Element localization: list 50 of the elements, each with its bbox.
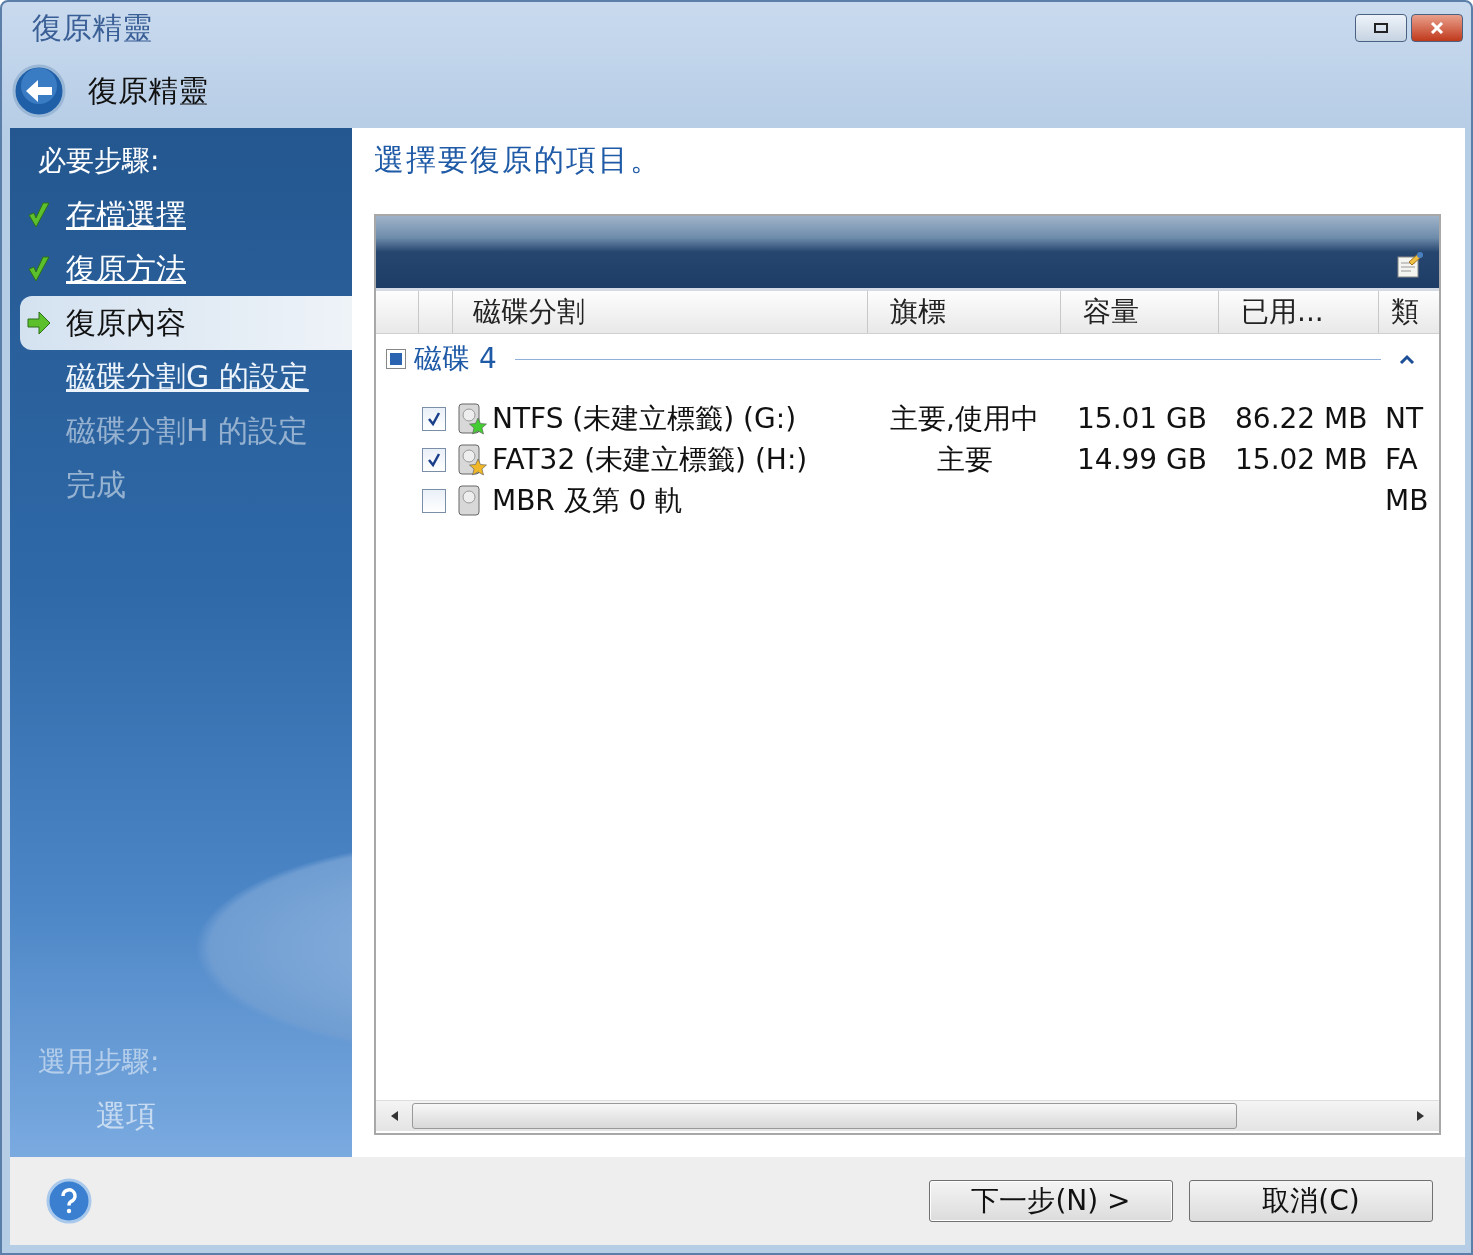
checkbox[interactable]	[422, 447, 446, 472]
sidebar-step[interactable]: 磁碟分割G 的設定	[66, 356, 309, 398]
window-title: 復原精靈	[32, 8, 152, 47]
group-label: 磁碟 4	[414, 341, 497, 377]
type-cell: FA	[1385, 443, 1418, 476]
disk-icon	[456, 401, 488, 436]
checkbox[interactable]	[386, 349, 406, 369]
capacity-cell: 15.01 GB	[1077, 402, 1207, 435]
used-cell: 86.22 MB	[1235, 402, 1368, 435]
column-header[interactable]: 磁碟分割	[453, 291, 868, 333]
sidebar-step: 磁碟分割H 的設定	[66, 410, 309, 452]
horizontal-scrollbar[interactable]	[376, 1100, 1439, 1131]
scroll-right-icon[interactable]	[1416, 1110, 1426, 1122]
maximize-button[interactable]	[1355, 14, 1407, 42]
checkbox[interactable]	[422, 406, 446, 431]
scroll-left-icon[interactable]	[389, 1110, 399, 1122]
used-cell: 15.02 MB	[1235, 443, 1368, 476]
section-heading: 選用步驟:	[37, 1044, 161, 1080]
maximize-icon	[1373, 22, 1389, 34]
caret-icon[interactable]	[1399, 354, 1415, 364]
flags-cell: 主要,使用中	[890, 401, 1039, 435]
partition-name: NTFS (未建立標籤) (G:)	[492, 400, 797, 437]
column-header[interactable]: 類	[1379, 291, 1439, 333]
section-heading: 必要步驟:	[37, 143, 161, 179]
sidebar-step: 選項	[96, 1095, 156, 1137]
type-cell: MB	[1385, 484, 1429, 517]
checkbox[interactable]	[422, 488, 446, 513]
cancel-button[interactable]: 取消(C)	[1189, 1180, 1433, 1222]
partition-name: FAT32 (未建立標籤) (H:)	[492, 441, 808, 478]
column-header[interactable]: 已用...	[1219, 291, 1379, 333]
sidebar-step[interactable]: 復原內容	[66, 302, 186, 344]
back-button[interactable]	[12, 64, 66, 118]
type-cell: NT	[1385, 402, 1424, 435]
close-icon	[1429, 22, 1445, 34]
sidebar-step[interactable]: 存檔選擇	[66, 194, 186, 236]
instruction-text: 選擇要復原的項目。	[374, 141, 663, 179]
next-button[interactable]: 下一步(N) >	[929, 1180, 1173, 1222]
flags-cell: 主要	[936, 442, 993, 476]
close-button[interactable]	[1411, 14, 1463, 42]
help-icon[interactable]	[46, 1178, 92, 1224]
sidebar-step[interactable]: 復原方法	[66, 248, 186, 290]
sidebar-step: 完成	[66, 464, 126, 506]
disk-icon	[456, 442, 488, 477]
wizard-title: 復原精靈	[88, 71, 208, 110]
scrollbar-thumb[interactable]	[412, 1103, 1237, 1129]
capacity-cell: 14.99 GB	[1077, 443, 1207, 476]
notepad-icon[interactable]	[1395, 250, 1425, 280]
partition-name: MBR 及第 0 軌	[492, 482, 684, 519]
column-header[interactable]: 容量	[1061, 291, 1219, 333]
column-header[interactable]: 旗標	[868, 291, 1061, 333]
